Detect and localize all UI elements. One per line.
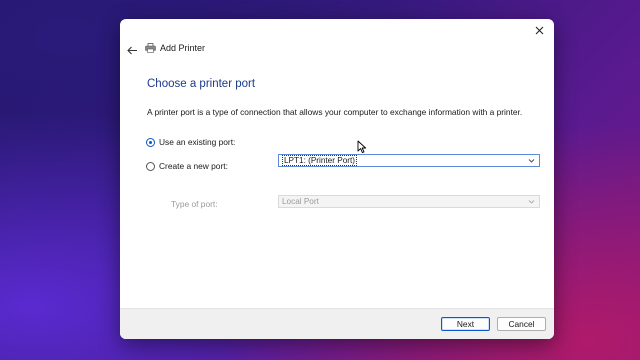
type-of-port-value: Local Port <box>282 197 319 206</box>
add-printer-dialog: Add Printer Choose a printer port A prin… <box>120 19 554 339</box>
window-title-bar: Add Printer <box>145 43 205 53</box>
create-new-port-radio-row[interactable]: Create a new port: <box>146 161 228 171</box>
close-icon <box>535 26 543 34</box>
mouse-cursor-icon <box>357 140 367 154</box>
page-heading: Choose a printer port <box>147 78 256 90</box>
printer-icon <box>145 43 156 53</box>
type-of-port-label: Type of port: <box>171 199 218 209</box>
back-arrow-icon <box>126 46 137 54</box>
next-button[interactable]: Next <box>441 317 490 331</box>
create-new-port-label: Create a new port: <box>159 161 228 171</box>
cancel-button[interactable]: Cancel <box>497 317 546 331</box>
page-description: A printer port is a type of connection t… <box>147 107 523 117</box>
existing-port-select[interactable]: LPT1: (Printer Port) <box>278 154 540 167</box>
window-title: Add Printer <box>160 43 206 53</box>
chevron-down-icon <box>528 200 535 204</box>
create-new-port-radio[interactable] <box>146 161 155 171</box>
use-existing-port-label: Use an existing port: <box>159 137 236 147</box>
close-button[interactable] <box>526 20 552 40</box>
use-existing-port-radio[interactable] <box>146 137 155 147</box>
back-button[interactable] <box>124 43 140 57</box>
use-existing-port-radio-row[interactable]: Use an existing port: <box>146 137 235 147</box>
dialog-footer: Next Cancel <box>120 308 554 339</box>
chevron-down-icon <box>528 159 535 163</box>
existing-port-value: LPT1: (Printer Port) <box>282 155 357 166</box>
type-of-port-select: Local Port <box>278 195 540 208</box>
